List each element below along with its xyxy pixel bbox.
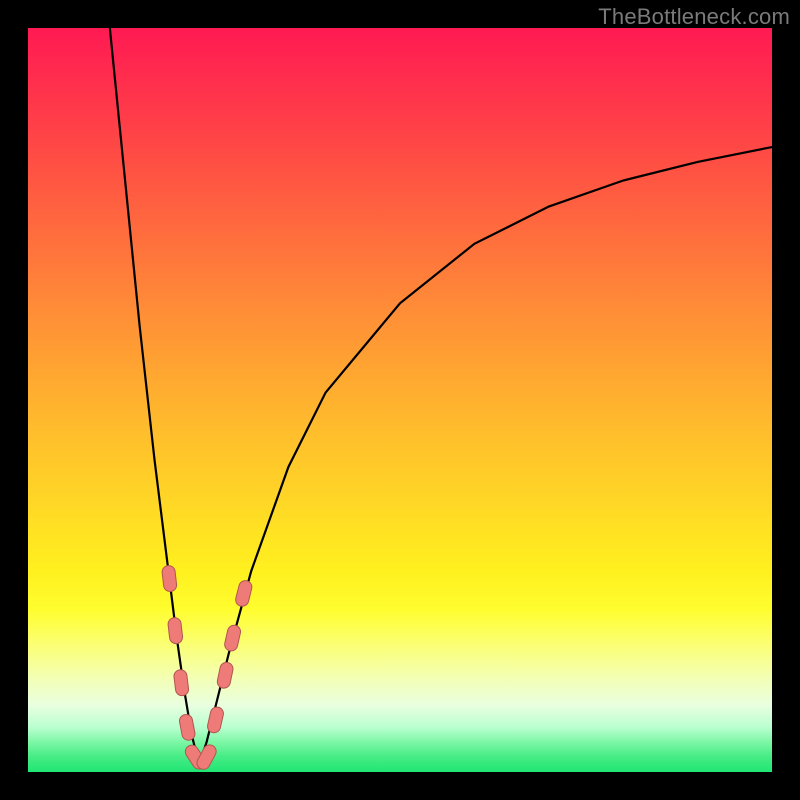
curve-marker — [173, 669, 189, 696]
curve-marker — [216, 661, 234, 689]
curve-marker — [167, 617, 183, 644]
curve-left — [110, 28, 199, 765]
watermark-text: TheBottleneck.com — [598, 4, 790, 30]
curve-right — [199, 147, 772, 765]
curve-marker — [161, 565, 177, 592]
chart-svg — [28, 28, 772, 772]
plot-area — [28, 28, 772, 772]
curve-marker — [206, 706, 224, 734]
curve-marker — [178, 713, 196, 741]
curve-marker — [234, 579, 253, 607]
curve-marker — [223, 624, 241, 652]
chart-frame: TheBottleneck.com — [0, 0, 800, 800]
